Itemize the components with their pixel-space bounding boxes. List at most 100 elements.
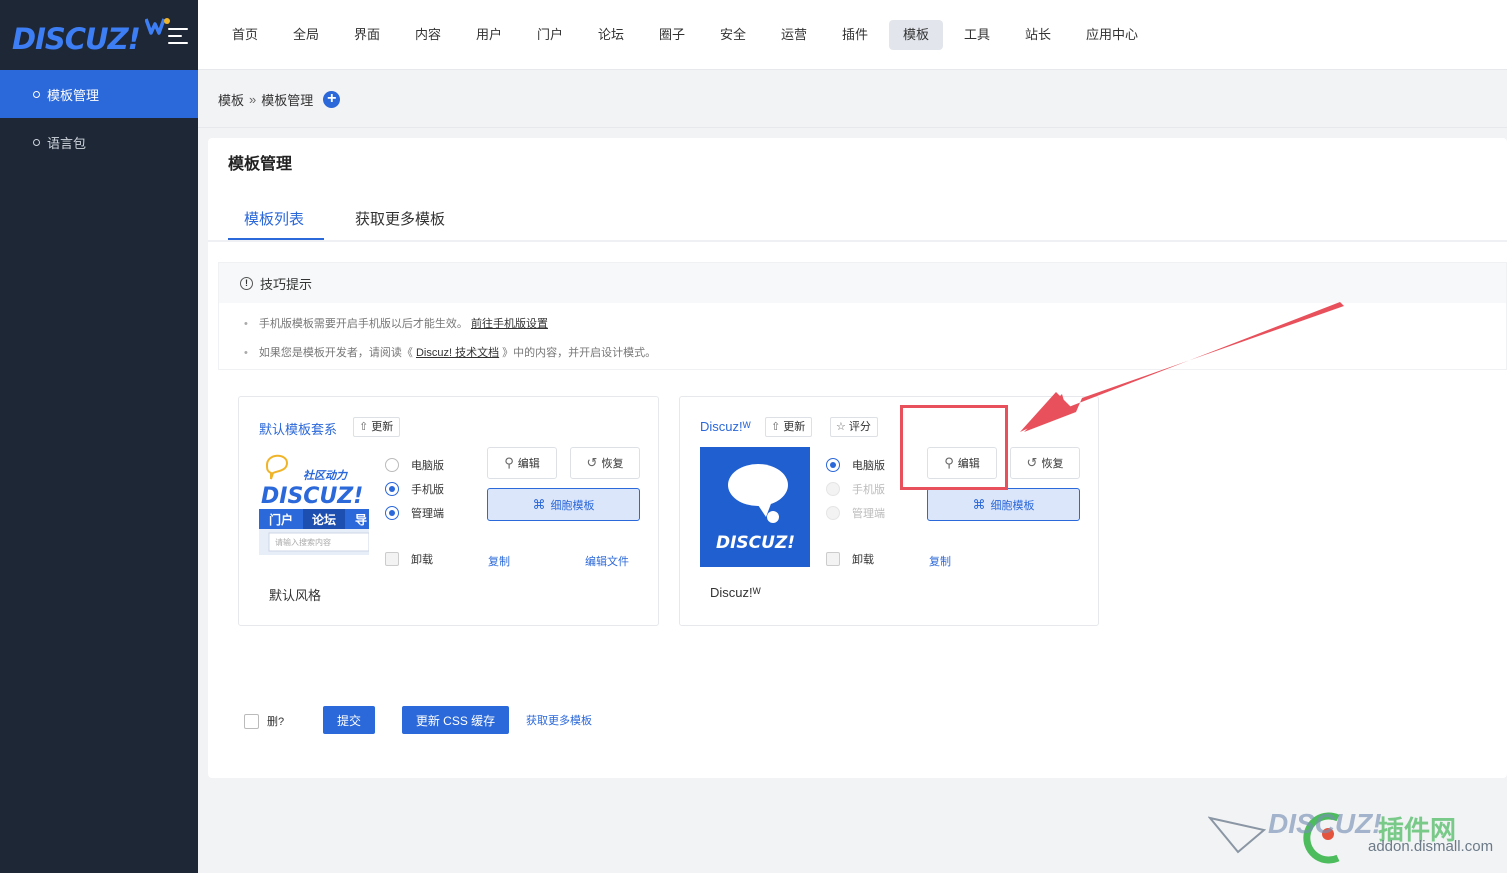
upload-icon: ⇧ bbox=[771, 421, 781, 433]
delete-checkbox[interactable] bbox=[244, 714, 259, 729]
option-admin: 管理端 bbox=[826, 505, 885, 521]
active-tab-indicator bbox=[228, 238, 324, 240]
uninstall-option[interactable]: 卸载 bbox=[826, 551, 874, 567]
nav-operation[interactable]: 运营 bbox=[767, 20, 821, 50]
radio-button[interactable] bbox=[385, 506, 399, 520]
update-button[interactable]: ⇧ 更新 bbox=[765, 417, 813, 437]
logo[interactable]: DISCUZ! bbox=[0, 0, 198, 70]
upload-icon: ⇧ bbox=[359, 421, 369, 433]
option-mobile: 手机版 bbox=[826, 481, 885, 497]
template-title[interactable]: Discuz!ᵂ bbox=[700, 419, 751, 434]
tab-template-list[interactable]: 模板列表 bbox=[244, 208, 304, 229]
page-title: 模板管理 bbox=[228, 156, 293, 173]
option-label: 手机版 bbox=[852, 484, 885, 496]
thumb-tab: 门户 bbox=[269, 512, 293, 527]
nav-plugin[interactable]: 插件 bbox=[828, 20, 882, 50]
nav-admin[interactable]: 站长 bbox=[1011, 20, 1065, 50]
thumb-tab: 论坛 bbox=[312, 512, 336, 527]
radio-button[interactable] bbox=[385, 458, 399, 472]
nav-tools[interactable]: 工具 bbox=[950, 20, 1004, 50]
wrench-icon: ⚲ bbox=[504, 455, 514, 470]
info-icon: ! bbox=[240, 276, 253, 290]
update-button[interactable]: ⇧ 更新 bbox=[353, 417, 401, 437]
template-thumbnail: DISCUZ! bbox=[700, 447, 810, 567]
edit-file-link[interactable]: 编辑文件 bbox=[585, 553, 629, 569]
update-label: 更新 bbox=[783, 421, 806, 433]
menu-toggle-icon[interactable] bbox=[168, 28, 188, 49]
tip-text: 如果您是模板开发者，请阅读《 bbox=[258, 347, 413, 359]
copy-link[interactable]: 复制 bbox=[488, 553, 510, 569]
uninstall-checkbox[interactable] bbox=[826, 552, 840, 566]
rate-label: 评分 bbox=[848, 421, 871, 433]
nav-user[interactable]: 用户 bbox=[462, 20, 516, 50]
grid-icon: ⌘ bbox=[972, 496, 986, 512]
uninstall-checkbox[interactable] bbox=[385, 552, 399, 566]
highlight-box bbox=[900, 405, 1008, 490]
restore-label: 恢复 bbox=[1041, 458, 1064, 470]
thumbnail-image: 社区动力 DISCUZ! 门户 论坛 导 请输入搜索内容 bbox=[259, 447, 370, 567]
radio-button[interactable] bbox=[385, 482, 399, 496]
nav-forum[interactable]: 论坛 bbox=[584, 20, 638, 50]
restore-button[interactable]: ↺ 恢复 bbox=[570, 447, 640, 479]
cell-template-button[interactable]: ⌘ 细胞模板 bbox=[487, 488, 640, 521]
sidebar-item-template-manage[interactable]: 模板管理 bbox=[0, 70, 198, 118]
radio-button bbox=[826, 506, 840, 520]
rate-button[interactable]: ☆ 评分 bbox=[830, 417, 878, 437]
copy-link[interactable]: 复制 bbox=[929, 553, 951, 569]
divider bbox=[198, 127, 1507, 128]
tech-docs-link[interactable]: Discuz! 技术文档 bbox=[416, 347, 499, 359]
edit-button[interactable]: ⚲ 编辑 bbox=[487, 447, 557, 479]
template-name: 默认风格 bbox=[269, 588, 322, 603]
breadcrumb-separator: » bbox=[249, 91, 257, 107]
tips-header: ! 技巧提示 bbox=[219, 263, 1506, 303]
cell-label: 细胞模板 bbox=[990, 499, 1035, 512]
restore-icon: ↺ bbox=[1026, 455, 1038, 470]
nav-portal[interactable]: 门户 bbox=[523, 20, 577, 50]
breadcrumb-root[interactable]: 模板 bbox=[218, 90, 244, 109]
option-admin[interactable]: 管理端 bbox=[385, 505, 444, 521]
option-desktop[interactable]: 电脑版 bbox=[385, 457, 444, 473]
radio-button bbox=[826, 482, 840, 496]
radio-button[interactable] bbox=[826, 458, 840, 472]
cell-label: 细胞模板 bbox=[550, 499, 595, 512]
option-label: 电脑版 bbox=[411, 460, 444, 472]
star-icon: ☆ bbox=[836, 421, 846, 433]
template-title[interactable]: 默认模板套系 bbox=[259, 419, 337, 438]
option-desktop[interactable]: 电脑版 bbox=[826, 457, 885, 473]
bullet-icon bbox=[33, 90, 40, 98]
tips-heading: 技巧提示 bbox=[260, 276, 313, 292]
main-panel: 模板管理 模板列表 获取更多模板 ! 技巧提示 手机版模板需要开启手机版以后才能… bbox=[208, 138, 1507, 778]
submit-button[interactable]: 提交 bbox=[323, 706, 375, 734]
update-css-cache-button[interactable]: 更新 CSS 缓存 bbox=[402, 706, 509, 734]
sidebar: DISCUZ! 模板管理 语言包 bbox=[0, 0, 198, 873]
restore-icon: ↺ bbox=[586, 455, 598, 470]
nav-security[interactable]: 安全 bbox=[706, 20, 760, 50]
cell-template-button[interactable]: ⌘ 细胞模板 bbox=[927, 488, 1080, 521]
sidebar-item-label: 模板管理 bbox=[47, 87, 100, 103]
option-mobile[interactable]: 手机版 bbox=[385, 481, 444, 497]
uninstall-option[interactable]: 卸载 bbox=[385, 551, 433, 567]
restore-button[interactable]: ↺ 恢复 bbox=[1010, 447, 1080, 479]
thumbnail-image: DISCUZ! bbox=[700, 447, 810, 567]
thumb-tagline: 社区动力 bbox=[303, 469, 348, 482]
nav-home[interactable]: 首页 bbox=[218, 20, 272, 50]
add-shortcut-button[interactable]: + bbox=[323, 90, 341, 108]
tip-text-suffix: 》中的内容，并开启设计模式。 bbox=[502, 347, 657, 359]
grid-icon: ⌘ bbox=[532, 496, 546, 512]
nav-template[interactable]: 模板 bbox=[889, 20, 944, 50]
sidebar-item-language-pack[interactable]: 语言包 bbox=[0, 118, 198, 166]
nav-app-center[interactable]: 应用中心 bbox=[1072, 20, 1152, 50]
nav-content[interactable]: 内容 bbox=[401, 20, 455, 50]
watermark-url: addon.dismall.com bbox=[1368, 838, 1494, 855]
uninstall-label: 卸载 bbox=[852, 554, 874, 566]
nav-group[interactable]: 圈子 bbox=[645, 20, 699, 50]
nav-global[interactable]: 全局 bbox=[279, 20, 333, 50]
tab-divider bbox=[208, 240, 1507, 242]
mobile-settings-link[interactable]: 前往手机版设置 bbox=[471, 318, 548, 330]
tab-get-more-templates[interactable]: 获取更多模板 bbox=[355, 208, 445, 229]
option-label: 管理端 bbox=[852, 508, 885, 520]
get-more-templates-link[interactable]: 获取更多模板 bbox=[526, 712, 592, 728]
logo-text: DISCUZ! bbox=[12, 22, 141, 56]
tip-line: 如果您是模板开发者，请阅读《 Discuz! 技术文档 》中的内容，并开启设计模… bbox=[244, 344, 656, 360]
nav-interface[interactable]: 界面 bbox=[340, 20, 394, 50]
